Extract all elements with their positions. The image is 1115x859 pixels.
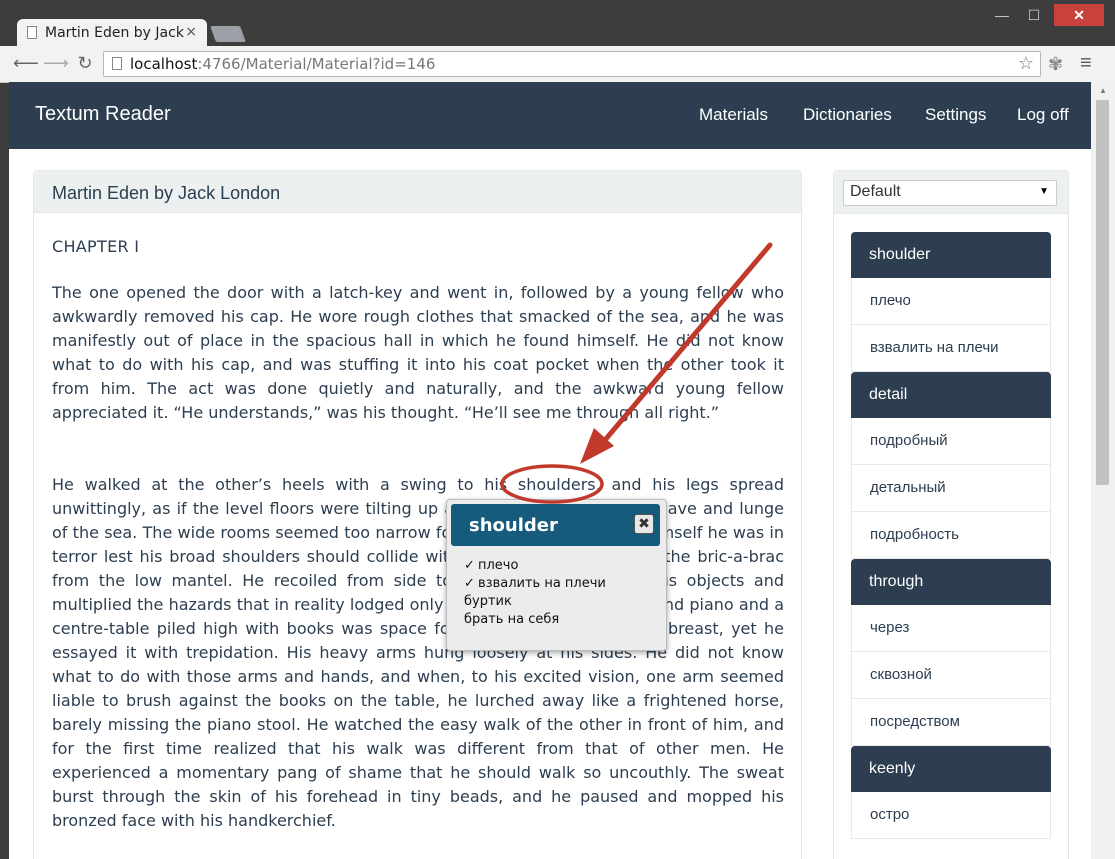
nav-settings[interactable]: Settings bbox=[925, 105, 986, 125]
checkmark-icon: ✓ bbox=[464, 576, 475, 591]
nav-materials[interactable]: Materials bbox=[699, 105, 768, 125]
translation-popup: shoulder ✖ ✓ плечо ✓ взвалить на плечи бур… bbox=[446, 499, 667, 651]
address-bar[interactable]: localhost:4766/Material/Material?id=146 … bbox=[103, 51, 1041, 77]
sidebar-header: Default ▼ bbox=[834, 171, 1068, 214]
maximize-button[interactable]: ☐ bbox=[1022, 4, 1046, 26]
browser-tab[interactable]: Martin Eden by Jack × bbox=[17, 19, 207, 46]
page-content: Textum Reader Materials Dictionaries Set… bbox=[9, 82, 1091, 859]
bookmark-star-icon[interactable]: ☆ bbox=[1018, 52, 1034, 76]
dictionary-select-value: Default bbox=[850, 183, 901, 200]
entry-translation[interactable]: посредством bbox=[851, 699, 1051, 746]
popup-option[interactable]: брать на себя bbox=[464, 611, 606, 629]
scroll-thumb[interactable] bbox=[1096, 100, 1109, 485]
back-arrow-icon[interactable]: ⟵ bbox=[13, 52, 39, 74]
entry-translation[interactable]: подробность bbox=[851, 512, 1051, 559]
page-scrollbar[interactable]: ▲ bbox=[1091, 82, 1115, 859]
popup-option[interactable]: буртик bbox=[464, 593, 606, 611]
reload-icon[interactable]: ↻ bbox=[74, 52, 96, 74]
nav-log-off[interactable]: Log off bbox=[1017, 105, 1069, 125]
entry-translation[interactable]: сквозной bbox=[851, 652, 1051, 699]
popup-options: ✓ плечо ✓ взвалить на плечи буртик брать н… bbox=[464, 557, 606, 629]
entry-translation[interactable]: детальный bbox=[851, 465, 1051, 512]
popup-header: shoulder ✖ bbox=[451, 504, 660, 546]
popup-option-label: буртик bbox=[464, 594, 512, 609]
entry-translation[interactable]: подробный bbox=[851, 418, 1051, 465]
brand[interactable]: Textum Reader bbox=[35, 103, 171, 126]
nav-dictionaries[interactable]: Dictionaries bbox=[803, 105, 892, 125]
entry-translation[interactable]: остро bbox=[851, 792, 1051, 839]
close-window-button[interactable]: ✕ bbox=[1054, 4, 1104, 26]
material-title: Martin Eden by Jack London bbox=[34, 171, 801, 213]
page-info-icon bbox=[112, 57, 122, 70]
caret-down-icon: ▼ bbox=[1039, 186, 1049, 197]
paragraph-1[interactable]: The one opened the door with a latch-key… bbox=[52, 281, 784, 425]
entry-translation[interactable]: взвалить на плечи bbox=[851, 325, 1051, 372]
tab-title: Martin Eden by Jack bbox=[45, 25, 184, 41]
browser-titlebar: Martin Eden by Jack × — ☐ ✕ bbox=[0, 0, 1115, 46]
entry-translation[interactable]: через bbox=[851, 605, 1051, 652]
paragraph-2[interactable]: He walked at the other’s heels with a sw… bbox=[52, 473, 784, 833]
popup-word: shoulder bbox=[469, 515, 558, 536]
close-tab-icon[interactable]: × bbox=[185, 24, 197, 40]
popup-option[interactable]: ✓ взвалить на плечи bbox=[464, 575, 606, 593]
popup-option-label: плечо bbox=[478, 558, 519, 573]
dictionary-entries: shoulder плечо взвалить на плечи detail … bbox=[851, 232, 1051, 839]
checkmark-icon: ✓ bbox=[464, 558, 475, 573]
forward-arrow-icon[interactable]: ⟶ bbox=[43, 52, 69, 74]
entry-word[interactable]: detail bbox=[851, 372, 1051, 418]
dictionary-select[interactable]: Default ▼ bbox=[843, 180, 1057, 206]
url-host: localhost bbox=[130, 55, 198, 73]
close-icon[interactable]: ✖ bbox=[634, 514, 654, 534]
menu-icon[interactable]: ≡ bbox=[1080, 52, 1092, 75]
page-icon bbox=[27, 26, 37, 39]
popup-option[interactable]: ✓ плечо bbox=[464, 557, 606, 575]
scroll-up-arrow-icon[interactable]: ▲ bbox=[1099, 86, 1107, 95]
url-path: :4766/Material/Material?id=146 bbox=[197, 55, 436, 73]
entry-translation[interactable]: плечо bbox=[851, 278, 1051, 325]
dictionary-sidebar: Default ▼ shoulder плечо взвалить на пле… bbox=[833, 170, 1069, 859]
popup-option-label: взвалить на плечи bbox=[478, 576, 606, 591]
minimize-button[interactable]: — bbox=[990, 4, 1014, 26]
new-tab-button[interactable] bbox=[210, 26, 246, 42]
material-panel: Martin Eden by Jack London CHAPTER I The… bbox=[33, 170, 802, 859]
entry-word[interactable]: keenly bbox=[851, 746, 1051, 792]
extension-paw-icon[interactable]: ✾ bbox=[1048, 54, 1063, 75]
chapter-heading: CHAPTER I bbox=[52, 237, 140, 256]
entry-word[interactable]: through bbox=[851, 559, 1051, 605]
app-navbar: Textum Reader Materials Dictionaries Set… bbox=[9, 82, 1091, 149]
entry-word[interactable]: shoulder bbox=[851, 232, 1051, 278]
popup-option-label: брать на себя bbox=[464, 612, 560, 627]
browser-toolbar: ⟵ ⟶ ↻ localhost:4766/Material/Material?i… bbox=[0, 46, 1115, 83]
